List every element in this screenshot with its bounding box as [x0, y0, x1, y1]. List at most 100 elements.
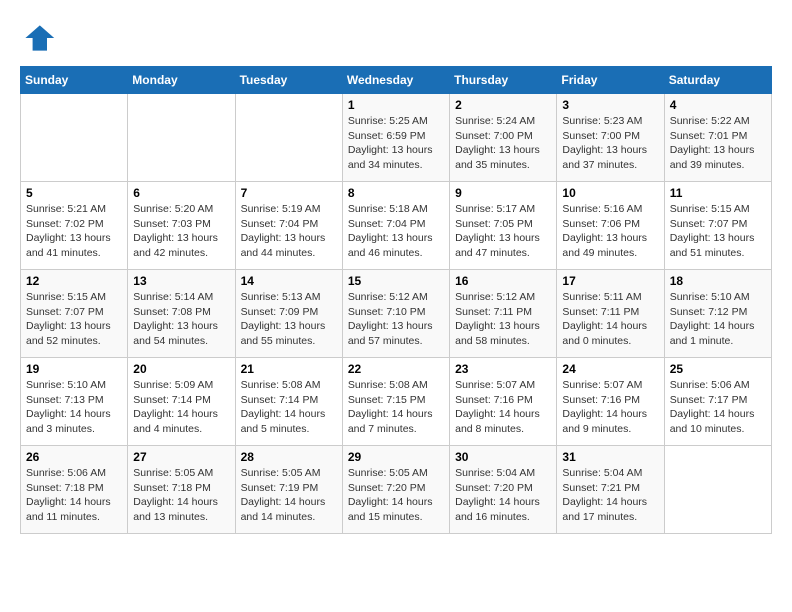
weekday-header-tuesday: Tuesday	[235, 67, 342, 94]
cell-content: Sunrise: 5:12 AMSunset: 7:10 PMDaylight:…	[348, 290, 444, 349]
calendar-cell: 23 Sunrise: 5:07 AMSunset: 7:16 PMDayligh…	[450, 358, 557, 446]
day-number: 31	[562, 450, 658, 464]
calendar-cell: 6 Sunrise: 5:20 AMSunset: 7:03 PMDaylight…	[128, 182, 235, 270]
day-number: 22	[348, 362, 444, 376]
calendar-cell	[664, 446, 771, 534]
day-number: 10	[562, 186, 658, 200]
calendar-cell: 8 Sunrise: 5:18 AMSunset: 7:04 PMDaylight…	[342, 182, 449, 270]
calendar-cell	[128, 94, 235, 182]
cell-content: Sunrise: 5:09 AMSunset: 7:14 PMDaylight:…	[133, 378, 229, 437]
calendar-cell: 30 Sunrise: 5:04 AMSunset: 7:20 PMDayligh…	[450, 446, 557, 534]
cell-content: Sunrise: 5:25 AMSunset: 6:59 PMDaylight:…	[348, 114, 444, 173]
calendar-cell: 25Sunrise: 5:06 AMSunset: 7:17 PMDayligh…	[664, 358, 771, 446]
cell-content: Sunrise: 5:15 AMSunset: 7:07 PMDaylight:…	[670, 202, 766, 261]
day-number: 7	[241, 186, 337, 200]
day-number: 6	[133, 186, 229, 200]
day-number: 9	[455, 186, 551, 200]
cell-content: Sunrise: 5:07 AMSunset: 7:16 PMDaylight:…	[562, 378, 658, 437]
cell-content: Sunrise: 5:04 AMSunset: 7:20 PMDaylight:…	[455, 466, 551, 525]
calendar-week-3: 12 Sunrise: 5:15 AMSunset: 7:07 PMDayligh…	[21, 270, 772, 358]
cell-content: Sunrise: 5:08 AMSunset: 7:14 PMDaylight:…	[241, 378, 337, 437]
day-number: 19	[26, 362, 122, 376]
weekday-header-row: SundayMondayTuesdayWednesdayThursdayFrid…	[21, 67, 772, 94]
calendar-cell: 24 Sunrise: 5:07 AMSunset: 7:16 PMDayligh…	[557, 358, 664, 446]
day-number: 5	[26, 186, 122, 200]
calendar-cell: 17 Sunrise: 5:11 AMSunset: 7:11 PMDayligh…	[557, 270, 664, 358]
cell-content: Sunrise: 5:15 AMSunset: 7:07 PMDaylight:…	[26, 290, 122, 349]
calendar-cell: 3Sunrise: 5:23 AMSunset: 7:00 PMDaylight…	[557, 94, 664, 182]
cell-content: Sunrise: 5:20 AMSunset: 7:03 PMDaylight:…	[133, 202, 229, 261]
cell-content: Sunrise: 5:16 AMSunset: 7:06 PMDaylight:…	[562, 202, 658, 261]
calendar-cell	[21, 94, 128, 182]
calendar-cell: 19Sunrise: 5:10 AMSunset: 7:13 PMDayligh…	[21, 358, 128, 446]
day-number: 3	[562, 98, 658, 112]
cell-content: Sunrise: 5:24 AMSunset: 7:00 PMDaylight:…	[455, 114, 551, 173]
day-number: 27	[133, 450, 229, 464]
cell-content: Sunrise: 5:06 AMSunset: 7:18 PMDaylight:…	[26, 466, 122, 525]
cell-content: Sunrise: 5:17 AMSunset: 7:05 PMDaylight:…	[455, 202, 551, 261]
calendar-week-2: 5 Sunrise: 5:21 AMSunset: 7:02 PMDaylight…	[21, 182, 772, 270]
calendar-cell: 11 Sunrise: 5:15 AMSunset: 7:07 PMDayligh…	[664, 182, 771, 270]
day-number: 17	[562, 274, 658, 288]
calendar-week-5: 26 Sunrise: 5:06 AMSunset: 7:18 PMDayligh…	[21, 446, 772, 534]
calendar-cell: 2 Sunrise: 5:24 AMSunset: 7:00 PMDaylight…	[450, 94, 557, 182]
calendar-cell: 16Sunrise: 5:12 AMSunset: 7:11 PMDayligh…	[450, 270, 557, 358]
calendar-week-1: 1 Sunrise: 5:25 AMSunset: 6:59 PMDaylight…	[21, 94, 772, 182]
day-number: 16	[455, 274, 551, 288]
day-number: 30	[455, 450, 551, 464]
cell-content: Sunrise: 5:04 AMSunset: 7:21 PMDaylight:…	[562, 466, 658, 525]
weekday-header-thursday: Thursday	[450, 67, 557, 94]
logo	[20, 20, 60, 56]
weekday-header-wednesday: Wednesday	[342, 67, 449, 94]
cell-content: Sunrise: 5:11 AMSunset: 7:11 PMDaylight:…	[562, 290, 658, 349]
cell-content: Sunrise: 5:18 AMSunset: 7:04 PMDaylight:…	[348, 202, 444, 261]
calendar-cell: 31 Sunrise: 5:04 AMSunset: 7:21 PMDayligh…	[557, 446, 664, 534]
weekday-header-sunday: Sunday	[21, 67, 128, 94]
calendar-cell: 27 Sunrise: 5:05 AMSunset: 7:18 PMDayligh…	[128, 446, 235, 534]
calendar-cell: 12 Sunrise: 5:15 AMSunset: 7:07 PMDayligh…	[21, 270, 128, 358]
day-number: 11	[670, 186, 766, 200]
cell-content: Sunrise: 5:07 AMSunset: 7:16 PMDaylight:…	[455, 378, 551, 437]
cell-content: Sunrise: 5:05 AMSunset: 7:18 PMDaylight:…	[133, 466, 229, 525]
calendar-cell: 20 Sunrise: 5:09 AMSunset: 7:14 PMDayligh…	[128, 358, 235, 446]
weekday-header-friday: Friday	[557, 67, 664, 94]
calendar-week-4: 19Sunrise: 5:10 AMSunset: 7:13 PMDayligh…	[21, 358, 772, 446]
logo-icon	[20, 20, 56, 56]
day-number: 24	[562, 362, 658, 376]
weekday-header-monday: Monday	[128, 67, 235, 94]
day-number: 21	[241, 362, 337, 376]
day-number: 2	[455, 98, 551, 112]
calendar-cell: 15 Sunrise: 5:12 AMSunset: 7:10 PMDayligh…	[342, 270, 449, 358]
day-number: 26	[26, 450, 122, 464]
calendar-cell: 26 Sunrise: 5:06 AMSunset: 7:18 PMDayligh…	[21, 446, 128, 534]
calendar-cell: 10 Sunrise: 5:16 AMSunset: 7:06 PMDayligh…	[557, 182, 664, 270]
calendar-table: SundayMondayTuesdayWednesdayThursdayFrid…	[20, 66, 772, 534]
calendar-cell: 18Sunrise: 5:10 AMSunset: 7:12 PMDayligh…	[664, 270, 771, 358]
day-number: 12	[26, 274, 122, 288]
calendar-cell: 1 Sunrise: 5:25 AMSunset: 6:59 PMDaylight…	[342, 94, 449, 182]
cell-content: Sunrise: 5:14 AMSunset: 7:08 PMDaylight:…	[133, 290, 229, 349]
cell-content: Sunrise: 5:06 AMSunset: 7:17 PMDaylight:…	[670, 378, 766, 437]
cell-content: Sunrise: 5:05 AMSunset: 7:19 PMDaylight:…	[241, 466, 337, 525]
cell-content: Sunrise: 5:21 AMSunset: 7:02 PMDaylight:…	[26, 202, 122, 261]
calendar-cell: 22Sunrise: 5:08 AMSunset: 7:15 PMDayligh…	[342, 358, 449, 446]
cell-content: Sunrise: 5:10 AMSunset: 7:12 PMDaylight:…	[670, 290, 766, 349]
day-number: 20	[133, 362, 229, 376]
cell-content: Sunrise: 5:19 AMSunset: 7:04 PMDaylight:…	[241, 202, 337, 261]
calendar-cell: 28Sunrise: 5:05 AMSunset: 7:19 PMDayligh…	[235, 446, 342, 534]
day-number: 1	[348, 98, 444, 112]
cell-content: Sunrise: 5:22 AMSunset: 7:01 PMDaylight:…	[670, 114, 766, 173]
calendar-body: 1 Sunrise: 5:25 AMSunset: 6:59 PMDaylight…	[21, 94, 772, 534]
day-number: 23	[455, 362, 551, 376]
day-number: 8	[348, 186, 444, 200]
calendar-cell	[235, 94, 342, 182]
cell-content: Sunrise: 5:13 AMSunset: 7:09 PMDaylight:…	[241, 290, 337, 349]
calendar-cell: 5 Sunrise: 5:21 AMSunset: 7:02 PMDaylight…	[21, 182, 128, 270]
calendar-cell: 21 Sunrise: 5:08 AMSunset: 7:14 PMDayligh…	[235, 358, 342, 446]
calendar-cell: 14 Sunrise: 5:13 AMSunset: 7:09 PMDayligh…	[235, 270, 342, 358]
day-number: 15	[348, 274, 444, 288]
calendar-cell: 29Sunrise: 5:05 AMSunset: 7:20 PMDayligh…	[342, 446, 449, 534]
cell-content: Sunrise: 5:05 AMSunset: 7:20 PMDaylight:…	[348, 466, 444, 525]
weekday-header-saturday: Saturday	[664, 67, 771, 94]
day-number: 14	[241, 274, 337, 288]
